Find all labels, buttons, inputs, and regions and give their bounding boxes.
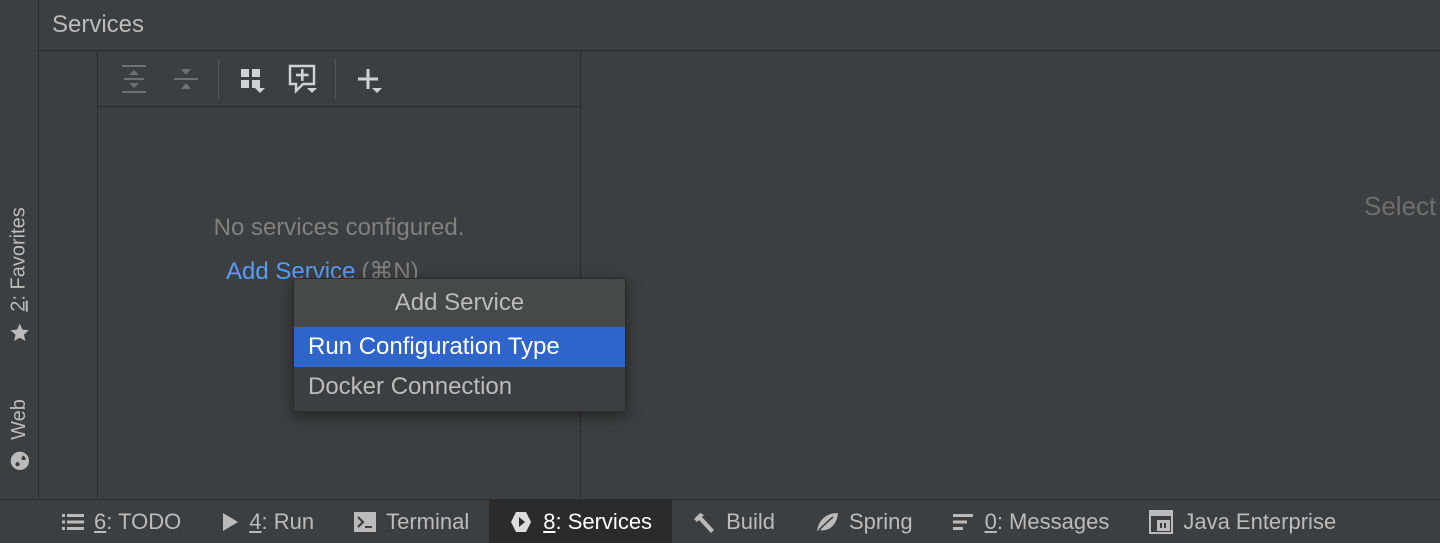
service-detail-panel: Select: [582, 51, 1440, 498]
tree-gutter: [39, 51, 98, 498]
tab-spring[interactable]: Spring: [795, 500, 933, 543]
tool-window-title: Services: [52, 11, 145, 38]
favorites-label: : Favorites: [7, 206, 30, 301]
tool-window-header: Services: [39, 0, 1440, 51]
tab-run-mnemonic: 4: [249, 508, 262, 534]
tab-run-label: : Run: [261, 508, 315, 534]
empty-state-text: No services configured.: [213, 214, 465, 241]
favorites-tab[interactable]: 2: Favorites: [0, 190, 38, 360]
left-tool-stripe: 2: Favorites Web: [0, 0, 39, 498]
tab-services[interactable]: 8: Services: [489, 500, 673, 543]
select-hint-text: Select: [1364, 191, 1437, 221]
services-toolbar: [98, 51, 580, 107]
tab-java-enterprise[interactable]: Java Enterprise: [1129, 500, 1356, 543]
java-enterprise-icon: [1149, 509, 1174, 534]
tab-java-enterprise-label: Java Enterprise: [1183, 508, 1337, 534]
web-label: Web: [7, 398, 30, 440]
web-tab[interactable]: Web: [0, 390, 38, 480]
add-button[interactable]: [342, 57, 394, 101]
tab-services-label: : Services: [555, 508, 653, 534]
tab-messages-label: : Messages: [996, 508, 1110, 534]
toolbar-separator: [335, 58, 336, 99]
services-icon: [509, 510, 533, 534]
favorites-mnemonic: 2: [7, 300, 30, 312]
tab-messages[interactable]: 0: Messages: [933, 500, 1130, 543]
expand-all-icon: [120, 64, 148, 94]
toolbar-separator: [218, 58, 219, 99]
tab-services-mnemonic: 8: [543, 508, 556, 534]
new-target-button[interactable]: [277, 57, 329, 101]
expand-all-button[interactable]: [108, 57, 160, 101]
tab-build-label: Build: [726, 508, 775, 534]
messages-icon: [952, 513, 975, 531]
tab-terminal[interactable]: Terminal: [334, 500, 489, 543]
terminal-icon: [354, 511, 377, 532]
run-icon: [221, 512, 239, 532]
tab-build[interactable]: Build: [672, 500, 795, 543]
popup-title: Add Service: [294, 279, 625, 327]
tab-todo-label: : TODO: [106, 508, 182, 534]
tab-todo-mnemonic: 6: [94, 508, 107, 534]
run-configuration-type-item[interactable]: Run Configuration Type: [294, 327, 625, 367]
group-by-button[interactable]: [225, 57, 277, 101]
services-tree-panel: No services configured. Add Service (⌘N): [98, 51, 581, 498]
tab-messages-mnemonic: 0: [984, 508, 997, 534]
star-icon: [8, 321, 30, 343]
collapse-all-icon: [172, 64, 200, 94]
collapse-all-button[interactable]: [160, 57, 212, 101]
spring-leaf-icon: [815, 511, 839, 533]
tab-run[interactable]: 4: Run: [201, 500, 334, 543]
todo-list-icon: [62, 513, 84, 531]
add-service-popup: Add Service Run Configuration Type Docke…: [293, 278, 626, 412]
tab-todo[interactable]: 6: TODO: [42, 500, 201, 543]
tab-terminal-label: Terminal: [386, 508, 470, 534]
docker-connection-item[interactable]: Docker Connection: [294, 367, 625, 407]
hammer-icon: [692, 511, 716, 533]
bottom-tool-bar: 6: TODO 4: Run Terminal 8: Services Buil…: [0, 499, 1440, 543]
globe-icon: [8, 449, 30, 471]
tab-spring-label: Spring: [848, 508, 913, 534]
